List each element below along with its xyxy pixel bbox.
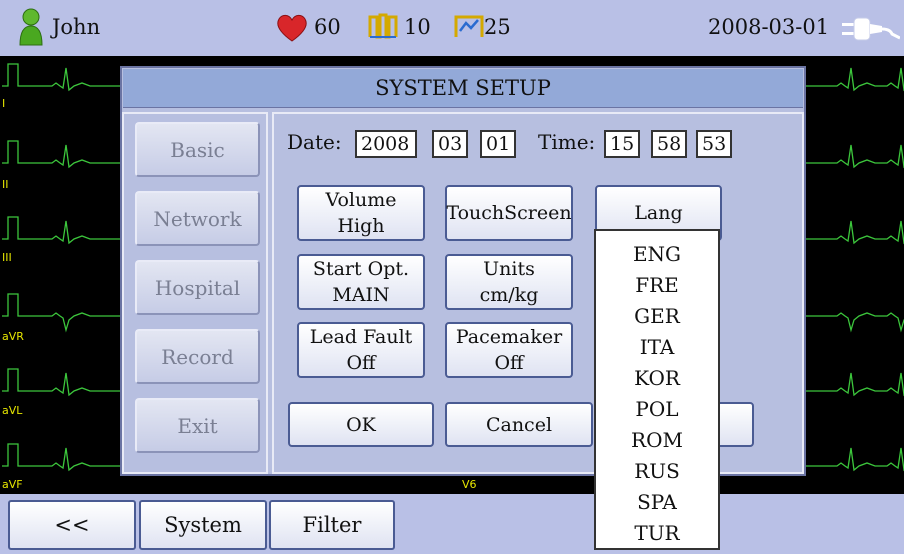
time-label: Time: bbox=[538, 130, 596, 154]
lead-waveform-icon bbox=[454, 15, 484, 37]
lead-value-2: 25 bbox=[484, 15, 511, 39]
ok-button[interactable]: OK bbox=[288, 402, 434, 447]
dialog-title: SYSTEM SETUP bbox=[123, 69, 803, 108]
menu-hospital-button[interactable]: Hospital bbox=[135, 260, 260, 315]
volume-button-label: Volume bbox=[325, 189, 397, 211]
language-option-spa[interactable]: SPA bbox=[596, 487, 718, 518]
time-hour-field[interactable]: 15 bbox=[604, 130, 640, 158]
cancel-button[interactable]: Cancel bbox=[445, 402, 593, 447]
lead-fault-value: Off bbox=[346, 352, 376, 374]
language-option-eng[interactable]: ENG bbox=[596, 239, 718, 270]
volume-button-value: High bbox=[337, 215, 385, 237]
status-bar: John 60 10 25 2008-03-01 bbox=[0, 0, 904, 56]
lead-label-ii: II bbox=[2, 178, 9, 191]
lead-label-i: I bbox=[2, 97, 6, 110]
units-value: cm/kg bbox=[479, 284, 539, 306]
time-minute-field[interactable]: 58 bbox=[651, 130, 687, 158]
language-option-kor[interactable]: KOR bbox=[596, 363, 718, 394]
volume-button[interactable]: Volume High bbox=[297, 185, 425, 241]
current-date: 2008-03-01 bbox=[708, 15, 830, 39]
back-button[interactable]: << bbox=[8, 500, 136, 550]
lead-fault-label: Lead Fault bbox=[309, 326, 413, 348]
menu-network-button[interactable]: Network bbox=[135, 191, 260, 246]
heart-rate: 60 bbox=[314, 15, 341, 39]
language-dropdown-list: ENG FRE GER ITA KOR POL ROM RUS SPA TUR bbox=[594, 229, 720, 550]
pacemaker-value: Off bbox=[494, 352, 524, 374]
language-option-fre[interactable]: FRE bbox=[596, 270, 718, 301]
lead-label-v6: V6 bbox=[462, 478, 477, 491]
lead-label-avr: aVR bbox=[2, 330, 24, 343]
lead-fault-button[interactable]: Lead Fault Off bbox=[297, 322, 425, 378]
lead-value-1: 10 bbox=[404, 15, 431, 39]
language-option-pol[interactable]: POL bbox=[596, 394, 718, 425]
user-name: John bbox=[52, 15, 101, 39]
language-option-rom[interactable]: ROM bbox=[596, 425, 718, 456]
menu-basic-button[interactable]: Basic bbox=[135, 122, 260, 177]
language-option-rus[interactable]: RUS bbox=[596, 456, 718, 487]
date-month-field[interactable]: 03 bbox=[432, 130, 468, 158]
start-option-value: MAIN bbox=[332, 284, 390, 306]
lead-label-avl: aVL bbox=[2, 404, 23, 417]
units-label: Units bbox=[483, 258, 535, 280]
date-label: Date: bbox=[287, 130, 342, 154]
start-option-label: Start Opt. bbox=[312, 258, 410, 280]
language-option-ger[interactable]: GER bbox=[596, 301, 718, 332]
language-option-tur[interactable]: TUR bbox=[596, 518, 718, 549]
system-button[interactable]: System bbox=[139, 500, 267, 550]
time-second-field[interactable]: 53 bbox=[696, 130, 732, 158]
lead-label-avf: aVF bbox=[2, 478, 23, 491]
pacemaker-label: Pacemaker bbox=[455, 326, 563, 348]
pacemaker-button[interactable]: Pacemaker Off bbox=[445, 322, 573, 378]
menu-exit-button[interactable]: Exit bbox=[135, 398, 260, 453]
lead-waveform-icon bbox=[368, 13, 398, 39]
language-option-ita[interactable]: ITA bbox=[596, 332, 718, 363]
heart-icon bbox=[277, 14, 307, 42]
date-day-field[interactable]: 01 bbox=[480, 130, 516, 158]
filter-button[interactable]: Filter bbox=[269, 500, 395, 550]
touchscreen-button[interactable]: TouchScreen bbox=[445, 185, 573, 241]
power-plug-icon bbox=[842, 17, 900, 41]
units-button[interactable]: Units cm/kg bbox=[445, 254, 573, 310]
person-icon bbox=[19, 8, 43, 46]
menu-record-button[interactable]: Record bbox=[135, 329, 260, 384]
lead-label-iii: III bbox=[2, 251, 12, 264]
start-option-button[interactable]: Start Opt. MAIN bbox=[297, 254, 425, 310]
date-year-field[interactable]: 2008 bbox=[355, 130, 417, 158]
